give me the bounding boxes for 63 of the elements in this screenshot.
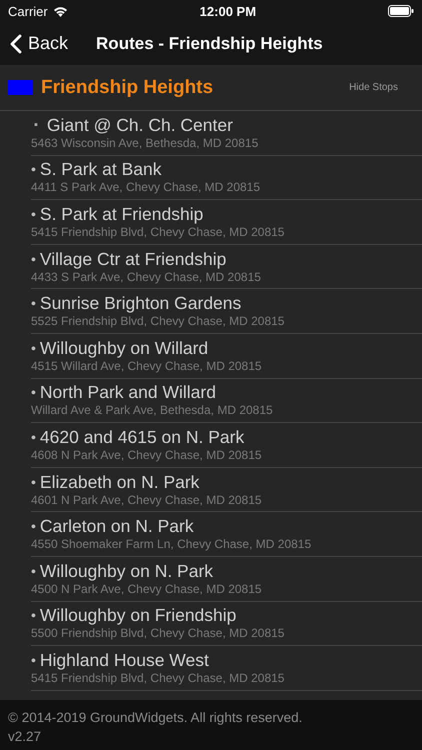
stop-name: S. Park at Bank [40, 159, 162, 180]
stop-address: 5415 Friendship Blvd, Chevy Chase, MD 20815 [31, 670, 286, 686]
stop-address: 5463 Wisconsin Ave, Bethesda, MD 20815 [31, 136, 260, 151]
nav-title: Routes - Friendship Heights [96, 34, 323, 54]
stop-name: Village Ctr at Friendship [40, 248, 226, 270]
wifi-icon [52, 6, 68, 16]
stop-address: 4433 S Park Ave, Chevy Chase, MD 20815 [31, 270, 262, 285]
bullet: • [31, 294, 36, 314]
version-text: v2.27 [8, 728, 42, 746]
bullet: • [31, 204, 36, 224]
stop-row[interactable]: • Willoughby on N. Park 4500 N Park Ave, Chevy Chase, MD 20815 [31, 556, 422, 602]
stop-address: 5525 Friendship Blvd, Chevy Chase, MD 20815 [31, 314, 286, 330]
stop-name: North Park and Willard [40, 382, 216, 404]
bullet: • [31, 338, 36, 358]
stop-row[interactable]: • Carleton on N. Park 4550 Shoemaker Farm Ln, Chevy Chase, MD 20815 [31, 512, 422, 557]
stop-row[interactable]: ▪ Giant @ Ch. Ch. Center 5463 Wisconsin Ave, Bethesda, MD 20815 [31, 111, 422, 156]
bullet: • [31, 517, 36, 536]
stop-row[interactable]: • 4620 and 4615 on N. Park 4608 N Park Ave, Chevy Chase, MD 20815 [31, 423, 422, 468]
carrier-label: Carrier [8, 4, 48, 18]
bullet: • [31, 650, 36, 670]
bullet: ▪ [34, 118, 38, 133]
hide-stops-button[interactable]: Hide Stops [349, 82, 398, 93]
stop-row[interactable]: • Elizabeth on N. Park 4601 N Park Ave, Chevy Chase, MD 20815 [31, 468, 422, 512]
bullet: • [31, 250, 36, 269]
stop-name: Highland House West [40, 650, 209, 671]
bullet: • [31, 383, 36, 402]
stop-address: 4601 N Park Ave, Chevy Chase, MD 20815 [31, 492, 263, 508]
stop-name: Sunrise Brighton Gardens [40, 293, 242, 314]
stop-name: Willoughby on Willard [40, 338, 208, 359]
stop-name: Carleton on N. Park [40, 516, 194, 538]
stop-name: Willoughby on Friendship [40, 605, 236, 626]
stop-row[interactable]: • Willoughby on Willard 4515 Willard Ave, Chevy Chase, MD 20815 [31, 334, 422, 379]
stop-name: Willoughby on N. Park [40, 560, 214, 582]
stop-address: 5415 Friendship Blvd, Chevy Chase, MD 20815 [31, 224, 286, 240]
stop-address: 4608 N Park Ave, Chevy Chase, MD 20815 [31, 448, 263, 463]
stop-address: 4550 Shoemaker Farm Ln, Chevy Chase, MD 20815 [31, 537, 312, 552]
stop-row[interactable]: • North Park and Willard Willard Ave & Park Ave, Bethesda, MD 20815 [31, 378, 422, 424]
bullet: • [31, 160, 36, 180]
stop-row[interactable]: • Village Ctr at Friendship 4433 S Park Ave, Chevy Chase, MD 20815 [31, 244, 422, 290]
copyright-text: © 2014-2019 GroundWidgets. All rights reserved. [8, 709, 304, 727]
route-name: Friendship Heights [41, 76, 214, 98]
bullet: • [31, 428, 36, 447]
bullet: • [31, 606, 36, 626]
back-button[interactable]: Back [10, 33, 68, 54]
stop-row[interactable]: • Willoughby on Friendship 5500 Friendship Blvd, Chevy Chase, MD 20815 [31, 602, 422, 646]
stop-name: Elizabeth on N. Park [40, 472, 200, 493]
chevron-icon [10, 34, 22, 54]
stop-address: 5500 Friendship Blvd, Chevy Chase, MD 20815 [31, 626, 286, 642]
stop-address: 4500 N Park Ave, Chevy Chase, MD 20815 [31, 582, 263, 597]
stop-name: 4620 and 4615 on N. Park [40, 426, 244, 448]
bullet: • [31, 562, 36, 581]
bullet: • [31, 472, 36, 492]
battery-icon [388, 5, 414, 17]
stop-row[interactable]: • Sunrise Brighton Gardens 5525 Friendship Blvd, Chevy Chase, MD 20815 [31, 289, 422, 334]
stop-row[interactable]: • Highland House West 5415 Friendship Blvd, Chevy Chase, MD 20815 [31, 646, 422, 691]
stop-name: Giant @ Ch. Ch. Center [46, 114, 233, 136]
stop-name: S. Park at Friendship [40, 204, 204, 225]
clock: 12:00 PM [200, 4, 256, 18]
stop-address: Willard Ave & Park Ave, Bethesda, MD 20815 [31, 403, 274, 418]
stop-address: 4411 S Park Ave, Chevy Chase, MD 20815 [31, 180, 262, 196]
stop-row[interactable]: • S. Park at Friendship 5415 Friendship Blvd, Chevy Chase, MD 20815 [31, 200, 422, 245]
stop-row[interactable]: • S. Park at Bank 4411 S Park Ave, Chevy Chase, MD 20815 [31, 156, 422, 200]
stop-address: 4515 Willard Ave, Chevy Chase, MD 20815 [31, 358, 263, 374]
